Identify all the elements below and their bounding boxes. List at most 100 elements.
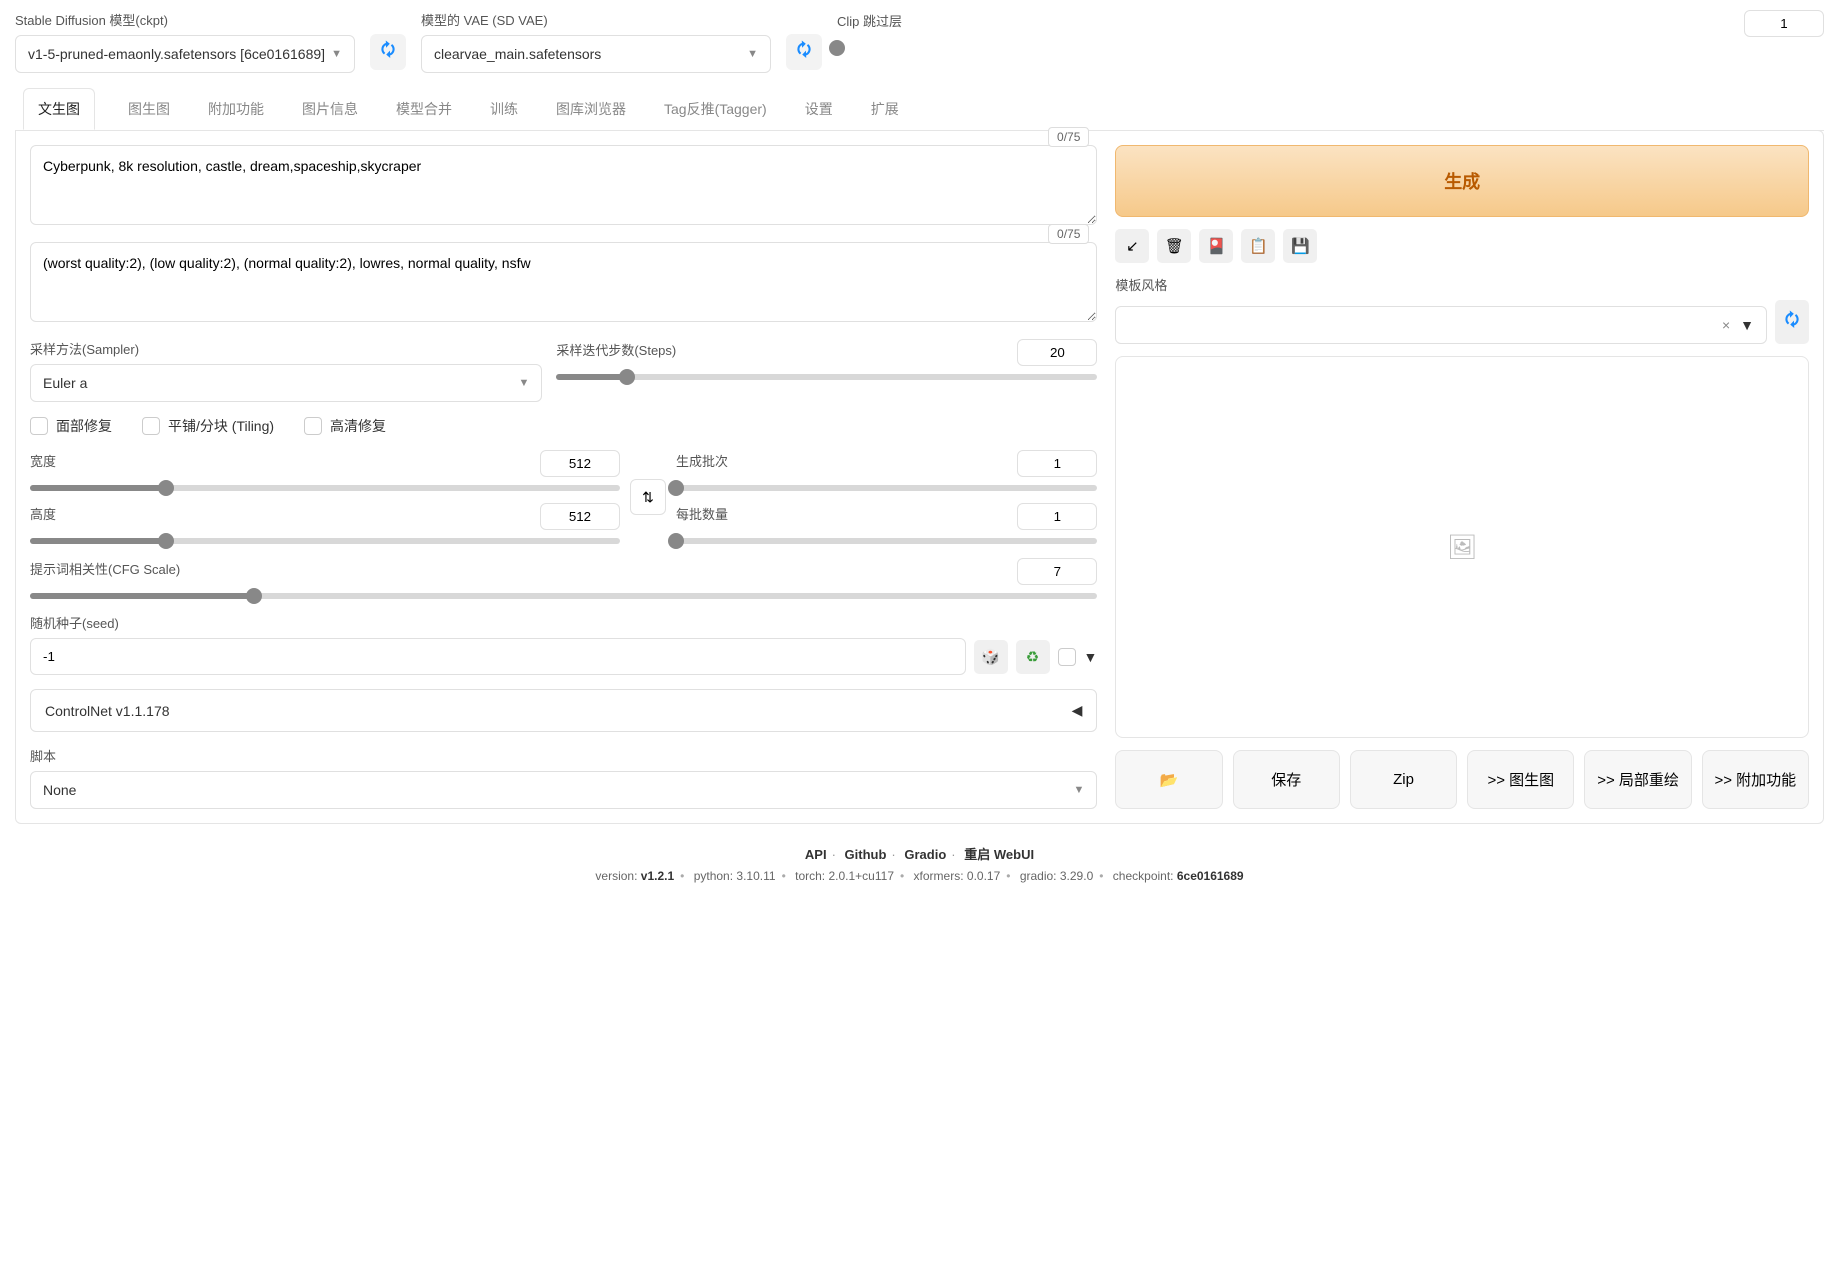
tab-txt2img[interactable]: 文生图	[23, 88, 95, 130]
tab-pnginfo[interactable]: 图片信息	[297, 88, 363, 130]
output-image-preview: 🖼	[1115, 356, 1809, 738]
style-select[interactable]: × ▼	[1115, 306, 1767, 344]
tab-extensions[interactable]: 扩展	[866, 88, 904, 130]
clip-skip-label: Clip 跳过层	[837, 11, 902, 30]
seed-input[interactable]	[30, 638, 966, 675]
main-tabs: 文生图 图生图 附加功能 图片信息 模型合并 训练 图库浏览器 Tag反推(Ta…	[15, 88, 1824, 131]
model-value: v1-5-pruned-emaonly.safetensors [6ce0161…	[28, 46, 325, 62]
save-icon: 💾	[1291, 237, 1310, 255]
zip-button[interactable]: Zip	[1350, 750, 1457, 809]
dice-icon: 🎲	[981, 648, 1000, 666]
recycle-icon: ♻	[1026, 648, 1039, 666]
cfg-label: 提示词相关性(CFG Scale)	[30, 559, 180, 578]
negative-prompt-counter: 0/75	[1048, 224, 1089, 244]
tab-settings[interactable]: 设置	[800, 88, 838, 130]
tab-tagger[interactable]: Tag反推(Tagger)	[659, 88, 772, 130]
caret-left-icon: ◀	[1072, 702, 1083, 719]
batch-size-slider[interactable]	[676, 538, 1097, 544]
tiling-checkbox[interactable]: 平铺/分块 (Tiling)	[142, 416, 274, 436]
height-label: 高度	[30, 504, 56, 523]
batch-size-input[interactable]	[1017, 503, 1097, 530]
restart-link[interactable]: 重启 WebUI	[964, 847, 1034, 862]
cfg-input[interactable]	[1017, 558, 1097, 585]
width-slider[interactable]	[30, 485, 620, 491]
seed-random-button[interactable]: 🎲	[974, 640, 1008, 674]
artwork-icon: 🎴	[1207, 237, 1226, 255]
tab-extras[interactable]: 附加功能	[203, 88, 269, 130]
refresh-icon: 🗘	[381, 39, 395, 66]
steps-input[interactable]	[1017, 339, 1097, 366]
model-refresh-button[interactable]: 🗘	[370, 34, 406, 70]
prompt-input[interactable]: Cyberpunk, 8k resolution, castle, dream,…	[30, 145, 1097, 225]
sampler-value: Euler a	[43, 375, 87, 391]
clip-skip-input[interactable]	[1744, 10, 1824, 37]
save-button[interactable]: 💾	[1283, 229, 1317, 263]
github-link[interactable]: Github	[845, 847, 887, 862]
sampler-label: 采样方法(Sampler)	[30, 339, 542, 358]
tab-merger[interactable]: 模型合并	[391, 88, 457, 130]
tab-train[interactable]: 训练	[485, 88, 523, 130]
height-slider[interactable]	[30, 538, 620, 544]
script-value: None	[43, 782, 76, 798]
negative-prompt-input[interactable]: (worst quality:2), (low quality:2), (nor…	[30, 242, 1097, 322]
script-label: 脚本	[30, 746, 1097, 765]
style-refresh-button[interactable]: 🗘	[1775, 300, 1809, 344]
gradio-link[interactable]: Gradio	[904, 847, 946, 862]
caret-down-icon[interactable]: ▼	[1084, 649, 1098, 665]
swap-dimensions-button[interactable]: ⇅	[630, 479, 666, 515]
folder-icon: 📂	[1160, 772, 1179, 789]
chevron-down-icon: ▼	[747, 48, 758, 60]
footer-links: API· Github· Gradio· 重启 WebUI	[15, 844, 1824, 863]
tab-img2img[interactable]: 图生图	[123, 88, 175, 130]
face-restore-checkbox[interactable]: 面部修复	[30, 416, 112, 436]
chevron-down-icon: ▼	[518, 377, 529, 389]
send-extras-button[interactable]: >> 附加功能	[1702, 750, 1809, 809]
seed-label: 随机种子(seed)	[30, 613, 1097, 632]
vae-refresh-button[interactable]: 🗘	[786, 34, 822, 70]
batch-count-slider[interactable]	[676, 485, 1097, 491]
vae-value: clearvae_main.safetensors	[434, 46, 601, 62]
face-restore-label: 面部修复	[56, 416, 112, 436]
model-label: Stable Diffusion 模型(ckpt)	[15, 10, 355, 29]
style-clear[interactable]: ×	[1722, 317, 1730, 333]
batch-size-label: 每批数量	[676, 504, 728, 523]
style-label: 模板风格	[1115, 275, 1809, 294]
api-link[interactable]: API	[805, 847, 827, 862]
tab-browser[interactable]: 图库浏览器	[551, 88, 631, 130]
seed-reuse-button[interactable]: ♻	[1016, 640, 1050, 674]
controlnet-title: ControlNet v1.1.178	[45, 703, 170, 719]
hires-fix-checkbox[interactable]: 高清修复	[304, 416, 386, 436]
vae-select[interactable]: clearvae_main.safetensors ▼	[421, 35, 771, 73]
vae-label: 模型的 VAE (SD VAE)	[421, 10, 771, 29]
chevron-down-icon: ▼	[1074, 784, 1085, 796]
arrow-icon: ↙	[1126, 237, 1139, 255]
send-img2img-button[interactable]: >> 图生图	[1467, 750, 1574, 809]
arrow-button[interactable]: ↙	[1115, 229, 1149, 263]
clipboard-icon: 📋	[1249, 237, 1268, 255]
prompt-counter: 0/75	[1048, 127, 1089, 147]
chevron-down-icon: ▼	[331, 48, 342, 60]
send-inpaint-button[interactable]: >> 局部重绘	[1584, 750, 1691, 809]
seed-extra-checkbox[interactable]	[1058, 648, 1076, 666]
sampler-select[interactable]: Euler a ▼	[30, 364, 542, 402]
styles-button[interactable]: 🎴	[1199, 229, 1233, 263]
hires-fix-label: 高清修复	[330, 416, 386, 436]
width-label: 宽度	[30, 451, 56, 470]
batch-count-input[interactable]	[1017, 450, 1097, 477]
footer-versions: version: v1.2.1• python: 3.10.11• torch:…	[15, 869, 1824, 883]
script-select[interactable]: None ▼	[30, 771, 1097, 809]
steps-slider[interactable]	[556, 374, 1097, 380]
width-input[interactable]	[540, 450, 620, 477]
cfg-slider[interactable]	[30, 593, 1097, 599]
tiling-label: 平铺/分块 (Tiling)	[168, 416, 274, 436]
trash-button[interactable]: 🗑	[1157, 229, 1191, 263]
open-folder-button[interactable]: 📂	[1115, 750, 1222, 809]
refresh-icon: 🗘	[1785, 309, 1799, 336]
height-input[interactable]	[540, 503, 620, 530]
generate-button[interactable]: 生成	[1115, 145, 1809, 217]
model-select[interactable]: v1-5-pruned-emaonly.safetensors [6ce0161…	[15, 35, 355, 73]
trash-icon: 🗑	[1165, 237, 1184, 255]
paste-button[interactable]: 📋	[1241, 229, 1275, 263]
controlnet-accordion[interactable]: ControlNet v1.1.178 ◀	[30, 689, 1097, 732]
save-image-button[interactable]: 保存	[1233, 750, 1340, 809]
